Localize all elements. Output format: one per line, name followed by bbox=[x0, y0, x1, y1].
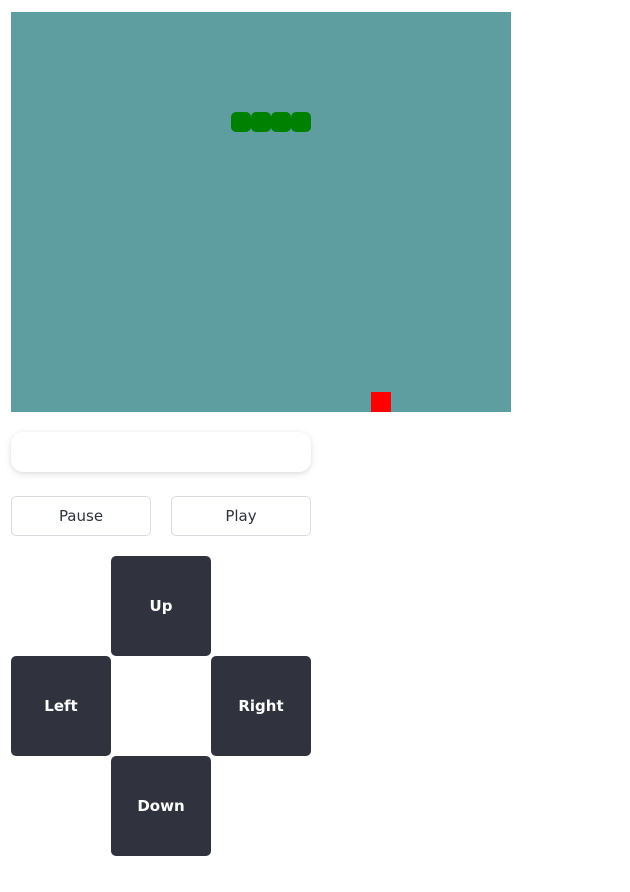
snake-segment bbox=[271, 112, 291, 132]
right-button[interactable]: Right bbox=[211, 656, 311, 756]
pause-button[interactable]: Pause bbox=[11, 496, 151, 536]
up-button[interactable]: Up bbox=[111, 556, 211, 656]
down-button[interactable]: Down bbox=[111, 756, 211, 856]
game-board[interactable] bbox=[11, 12, 511, 412]
play-button[interactable]: Play bbox=[171, 496, 311, 536]
left-button[interactable]: Left bbox=[11, 656, 111, 756]
snake-segment bbox=[291, 112, 311, 132]
snake-segment bbox=[251, 112, 271, 132]
food-item bbox=[371, 392, 391, 412]
score-panel bbox=[11, 432, 311, 472]
snake-segment bbox=[231, 112, 251, 132]
snake-game-app: Pause Play Up Left Right Down bbox=[0, 0, 630, 892]
